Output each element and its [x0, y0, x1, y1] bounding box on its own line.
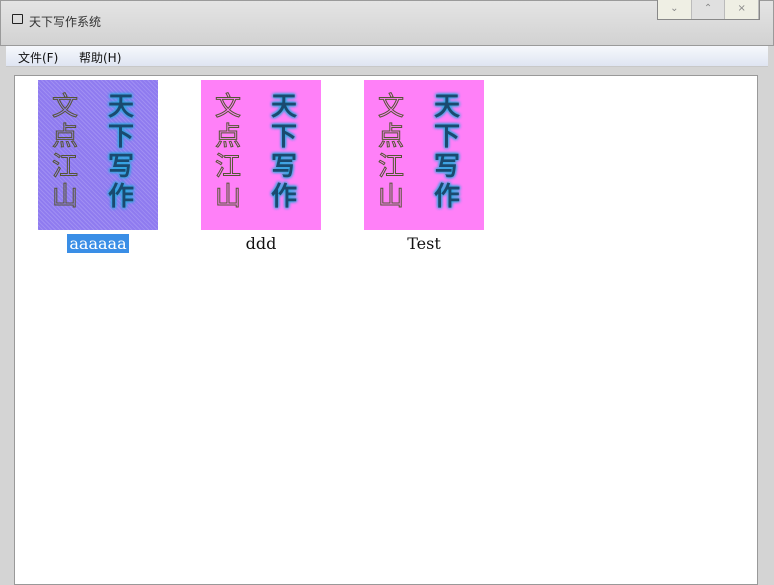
minimize-button[interactable]: ⌄	[658, 0, 692, 19]
cover-thumbnail[interactable]: 文点江山 天下写作	[38, 80, 158, 230]
cover-char: 天	[271, 92, 298, 122]
cover-char: 江	[214, 152, 242, 183]
close-button[interactable]: ×	[725, 0, 760, 19]
cover-char: 江	[51, 152, 79, 183]
cover-char: 写	[271, 152, 298, 182]
cover-char: 山	[214, 182, 242, 213]
window-controls: ⌄ ⌃ ×	[657, 0, 760, 20]
document-name[interactable]: Test	[405, 234, 443, 253]
cover-char: 作	[271, 182, 298, 212]
document-item[interactable]: 文点江山 天下写作 ddd	[201, 80, 321, 253]
cover-char: 点	[214, 122, 242, 153]
cover-char: 文	[51, 92, 79, 123]
menu-bar: 文件(F) 帮助(H)	[6, 46, 768, 67]
cover-title: 天下写作	[434, 92, 460, 212]
window-title: 天下写作系统	[29, 15, 102, 29]
cover-subtitle: 文点江山	[377, 92, 405, 213]
cover-title: 天下写作	[108, 92, 134, 212]
cover-char: 天	[108, 92, 135, 122]
document-list: 文点江山天下写作 aaaaaa 文点江山天下写作 ddd 文点江山天下写作 Test	[14, 75, 758, 585]
document-name[interactable]: aaaaaa	[67, 234, 129, 253]
cover-title: 天下写作	[271, 92, 297, 212]
cover-subtitle: 文点江山	[214, 92, 242, 213]
cover-char: 山	[377, 182, 405, 213]
cover-char: 文	[377, 92, 405, 123]
cover-char: 天	[434, 92, 461, 122]
cover-subtitle: 文点江山	[51, 92, 79, 213]
document-item[interactable]: 文点江山 天下写作 Test	[364, 80, 484, 253]
cover-char: 写	[434, 152, 461, 182]
cover-char: 点	[377, 122, 405, 153]
menu-file[interactable]: 文件(F)	[18, 49, 58, 66]
cover-char: 写	[108, 152, 135, 182]
cover-thumbnail[interactable]: 文点江山 天下写作	[364, 80, 484, 230]
maximize-button[interactable]: ⌃	[691, 0, 726, 19]
cover-char: 下	[108, 122, 135, 152]
document-item[interactable]: 文点江山 天下写作 aaaaaa	[38, 80, 158, 253]
cover-char: 作	[108, 182, 135, 212]
app-icon	[12, 14, 23, 24]
cover-char: 江	[377, 152, 405, 183]
cover-char: 下	[271, 122, 298, 152]
cover-char: 点	[51, 122, 79, 153]
cover-char: 下	[434, 122, 461, 152]
cover-char: 文	[214, 92, 242, 123]
document-name[interactable]: ddd	[244, 234, 279, 253]
cover-thumbnail[interactable]: 文点江山 天下写作	[201, 80, 321, 230]
menu-help[interactable]: 帮助(H)	[79, 49, 121, 66]
cover-char: 山	[51, 182, 79, 213]
cover-char: 作	[434, 182, 461, 212]
